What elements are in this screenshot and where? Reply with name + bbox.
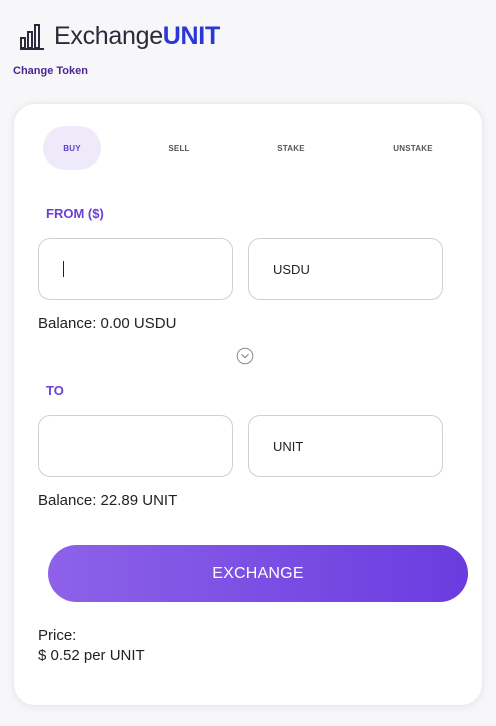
change-token-link[interactable]: Change Token (13, 65, 88, 77)
tab-sell[interactable]: SELL (150, 126, 208, 170)
chevron-down-circle-icon[interactable] (236, 347, 254, 365)
brand-prefix: Exchange (54, 22, 163, 50)
to-token-select[interactable]: UNIT (248, 415, 443, 477)
exchange-card: BUY SELL STAKE UNSTAKE FROM ($) USDU Bal… (13, 103, 483, 706)
to-token-label: UNIT (273, 438, 304, 454)
price-value: $ 0.52 per UNIT (38, 647, 145, 664)
from-token-select[interactable]: USDU (248, 238, 443, 300)
to-amount-input[interactable] (63, 438, 232, 454)
to-balance: Balance: 22.89 UNIT (38, 492, 178, 509)
tab-bar: BUY SELL STAKE UNSTAKE (43, 126, 463, 170)
from-amount-input[interactable] (64, 261, 232, 277)
tab-stake[interactable]: STAKE (262, 126, 320, 170)
exchange-button[interactable]: EXCHANGE (48, 545, 468, 602)
tab-unstake[interactable]: UNSTAKE (379, 126, 447, 170)
price-label: Price: (38, 627, 77, 644)
from-token-label: USDU (273, 261, 310, 277)
from-balance: Balance: 0.00 USDU (38, 315, 177, 332)
brand-title: ExchangeUNIT (54, 22, 220, 51)
brand-accent: UNIT (162, 22, 220, 50)
tab-buy[interactable]: BUY (43, 126, 101, 170)
to-label: TO (46, 383, 64, 398)
bar-chart-icon (20, 23, 44, 50)
app-header: ExchangeUNIT (18, 22, 220, 51)
from-amount-field[interactable] (38, 238, 233, 300)
to-amount-field[interactable] (38, 415, 233, 477)
from-label: FROM ($) (46, 206, 104, 221)
